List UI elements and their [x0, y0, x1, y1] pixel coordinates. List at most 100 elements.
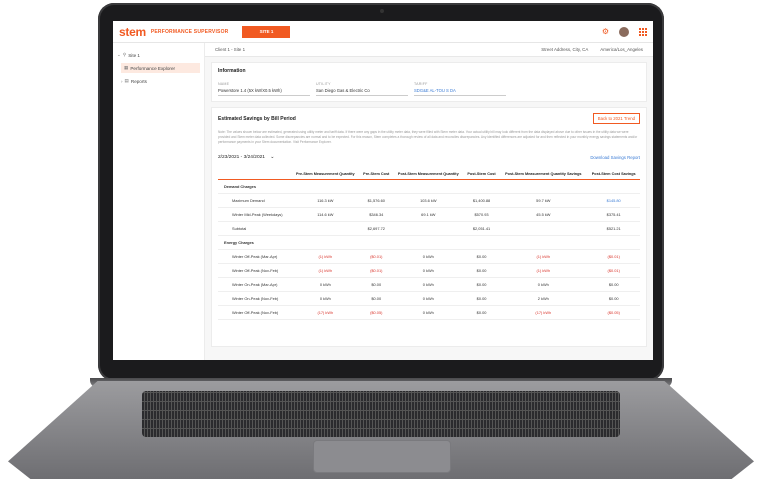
- table-header-row: Pre-Stem Measurement Quantity Pre-Stem Co…: [218, 170, 640, 180]
- table-cell: $0.00: [463, 249, 500, 264]
- savings-table: Pre-Stem Measurement Quantity Pre-Stem Co…: [218, 170, 640, 320]
- table-cell: 114.6 kW: [290, 207, 360, 222]
- row-label: Winter On-Peak (Nov-Feb): [218, 291, 291, 306]
- table-cell: ($0.05): [359, 305, 393, 320]
- information-card: Information NAME Powerstore 1.4 (5X kW/X…: [211, 62, 647, 102]
- tariff-link[interactable]: SDG&E AL-TOU S DA: [414, 86, 506, 96]
- period-row: 2/23/2021 - 3/24/2021 ⌄ Download Savings…: [218, 155, 640, 160]
- savings-card: Estimated Savings by Bill Period Back to…: [211, 107, 647, 347]
- sidebar-site-label: Site 1: [128, 52, 140, 58]
- group-label: Energy Charges: [218, 235, 640, 250]
- table-cell: $0.00: [463, 291, 500, 306]
- context-bar: Client 1 - Site 1 Street Address, City, …: [205, 43, 653, 57]
- back-to-trend-button[interactable]: Back to 2021 Trend: [592, 113, 640, 124]
- information-title: Information: [218, 68, 246, 74]
- table-cell: $521.21: [587, 221, 640, 236]
- table-row: Winter Off-Peak (Mar-Apr) (1) kWh ($0.01) 0…: [218, 249, 640, 264]
- gear-icon[interactable]: ⚙: [602, 27, 609, 36]
- row-label: Maximum Demand: [218, 193, 291, 208]
- table-cell: [392, 221, 464, 236]
- table-cell: $0.00: [463, 263, 500, 278]
- table-cell: 116.3 kW: [290, 193, 360, 208]
- chevron-down-icon: ⌄: [117, 52, 121, 57]
- table-cell: 0 kWh: [392, 249, 464, 264]
- table-cell: (1) kWh: [290, 263, 360, 278]
- camera: [380, 9, 384, 13]
- table-cell: 0 kWh: [290, 277, 360, 292]
- table-cell: 0 kWh: [392, 277, 464, 292]
- table-cell: 0 kWh: [392, 263, 464, 278]
- table-cell: [499, 221, 588, 236]
- table-cell: $0.00: [359, 291, 393, 306]
- top-bar: stem PERFORMANCE SUPERVISOR SITE 1 ⚙: [113, 21, 653, 43]
- table-cell: (1) kWh: [499, 249, 588, 264]
- table-cell: (17) kWh: [499, 305, 588, 320]
- screen: stem PERFORMANCE SUPERVISOR SITE 1 ⚙ ⌄ ⚲…: [113, 21, 653, 360]
- column-header: Post-Stem Measurement Quantity: [392, 170, 464, 180]
- column-header: Pre-Stem Cost: [359, 170, 393, 180]
- document-icon: ▤: [124, 78, 129, 83]
- table-row: Winter Off-Peak (Nov-Feb) (17) kWh ($0.05)…: [218, 305, 640, 320]
- savings-header: Estimated Savings by Bill Period Back to…: [218, 113, 640, 124]
- table-row: Subtotal $2,697.72 $2,051.41 $521.21: [218, 221, 640, 236]
- table-cell: (1) kWh: [290, 249, 360, 264]
- row-label: Winter Off-Peak (Nov-Feb): [218, 263, 291, 278]
- row-label: Winter Mid-Peak (Weekdays): [218, 207, 291, 222]
- table-cell: ($0.01): [359, 263, 393, 278]
- keyboard: [142, 391, 620, 437]
- table-row: Maximum Demand 116.3 kW $1,576.60 103.6 kW $…: [218, 193, 640, 208]
- table-row: Winter Off-Peak (Nov-Feb) (1) kWh ($0.01) 0…: [218, 263, 640, 278]
- table-cell: (1) kWh: [499, 263, 588, 278]
- sidebar-item-label: Performance Explorer: [130, 65, 176, 71]
- site-selector-button[interactable]: SITE 1: [242, 25, 291, 38]
- chevron-right-icon: ›: [121, 78, 123, 84]
- table-cell: $1,400.88: [463, 193, 500, 208]
- table-cell: (17) kWh: [290, 305, 360, 320]
- table-cell: ($0.01): [587, 263, 640, 278]
- table-cell: 2 kWh: [499, 291, 588, 306]
- site-address: Street Address, City, CA: [541, 47, 589, 52]
- table-cell: 0 kWh: [392, 305, 464, 320]
- column-header: Post-Stem Cost: [463, 170, 500, 180]
- sidebar: ⌄ ⚲ Site 1 ▦ Performance Explorer › ▤ Re…: [113, 43, 205, 360]
- table-group-row: Energy Charges: [218, 235, 640, 250]
- table-cell: $1,576.60: [359, 193, 393, 208]
- table-cell: 69.1 kW: [392, 207, 464, 222]
- table-cell: $346.34: [359, 207, 393, 222]
- utility-field: UTILITY San Diego Gas & Electric Co: [316, 82, 408, 96]
- table-row: Winter On-Peak (Mar-Apr) 0 kWh $0.00 0 kWh $…: [218, 277, 640, 292]
- download-report-link[interactable]: Download Savings Report: [590, 155, 640, 160]
- row-label: Subtotal: [218, 221, 291, 236]
- table-cell: 0 kWh: [290, 291, 360, 306]
- table-cell: 0 kWh: [392, 291, 464, 306]
- app-title: PERFORMANCE SUPERVISOR: [150, 28, 229, 35]
- table-cell: $2,051.41: [463, 221, 500, 236]
- row-label: Winter Off-Peak (Nov-Feb): [218, 305, 291, 320]
- location-pin-icon: ⚲: [122, 52, 127, 57]
- table-cell: 103.6 kW: [392, 193, 464, 208]
- table-cell: $2,697.72: [359, 221, 393, 236]
- information-fields: NAME Powerstore 1.4 (5X kW/X0.5 kWh) UTI…: [218, 82, 640, 96]
- group-label: Demand Charges: [218, 179, 640, 194]
- sidebar-item-performance-explorer[interactable]: ▦ Performance Explorer: [121, 63, 200, 73]
- timezone: America/Los_Angeles: [600, 47, 643, 52]
- stem-logo[interactable]: stem: [119, 25, 146, 39]
- table-cell: $0.00: [587, 277, 640, 292]
- trackpad: [313, 440, 451, 473]
- avatar[interactable]: [619, 26, 629, 37]
- sidebar-item-reports[interactable]: › ▤ Reports: [113, 76, 204, 86]
- table-cell: $145.80: [587, 193, 640, 208]
- table-cell: ($0.01): [359, 249, 393, 264]
- table-cell: $0.00: [463, 277, 500, 292]
- period-selector[interactable]: 2/23/2021 - 3/24/2021 ⌄: [218, 155, 274, 160]
- table-row: Winter On-Peak (Nov-Feb) 0 kWh $0.00 0 kWh $…: [218, 291, 640, 306]
- table-cell: $570.93: [463, 207, 500, 222]
- sidebar-site[interactable]: ⌄ ⚲ Site 1: [113, 50, 204, 60]
- table-body: Demand Charges Maximum Demand 116.3 kW $1,5…: [218, 179, 640, 320]
- table-cell: 0 kWh: [499, 277, 588, 292]
- breadcrumb: Client 1 - Site 1: [215, 47, 246, 52]
- table-row: Winter Mid-Peak (Weekdays) 114.6 kW $346.3…: [218, 207, 640, 222]
- app-grid-icon[interactable]: [639, 27, 647, 36]
- tariff-field: TARIFF SDG&E AL-TOU S DA: [414, 82, 506, 96]
- table-cell: ($0.05): [587, 305, 640, 320]
